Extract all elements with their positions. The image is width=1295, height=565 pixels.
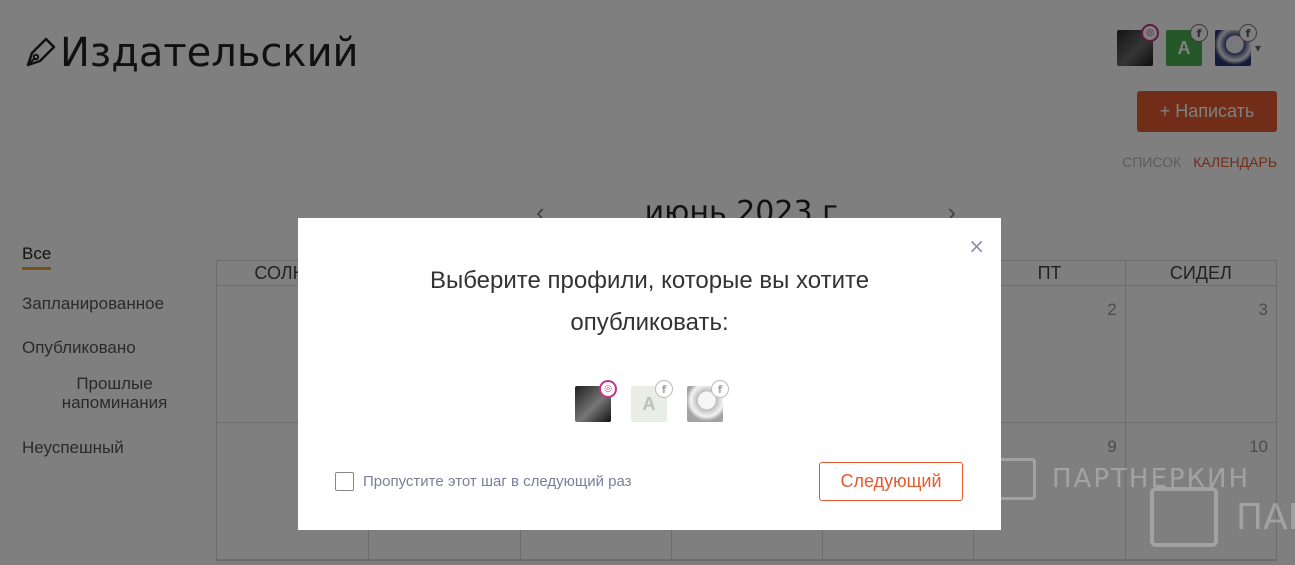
watermark-text: ПАР (1236, 496, 1295, 538)
watermark-large: ПАР (1150, 487, 1295, 547)
close-icon[interactable]: × (968, 234, 985, 258)
profile-select-modal: × Выберите профили, которые вы хотите оп… (298, 218, 1001, 530)
profile-letter: A (642, 393, 656, 414)
watermark-logo-icon (1150, 487, 1218, 547)
skip-step-label: Пропустите этот шаг в следующий раз (363, 473, 632, 490)
profile-options: ◎ A f f (575, 380, 729, 422)
watermark-logo-icon (988, 458, 1036, 500)
profile-option-portrait[interactable]: f (687, 380, 729, 422)
instagram-icon: ◎ (599, 380, 617, 398)
profile-option-letter[interactable]: A f (631, 380, 673, 422)
profile-option-instagram[interactable]: ◎ (575, 380, 617, 422)
skip-step-option[interactable]: Пропустите этот шаг в следующий раз (335, 472, 632, 491)
next-button[interactable]: Следующий (819, 462, 963, 501)
facebook-icon: f (655, 380, 673, 398)
facebook-icon: f (711, 380, 729, 398)
modal-title: Выберите профили, которые вы хотите опуб… (429, 267, 870, 336)
skip-step-checkbox[interactable] (335, 472, 354, 491)
